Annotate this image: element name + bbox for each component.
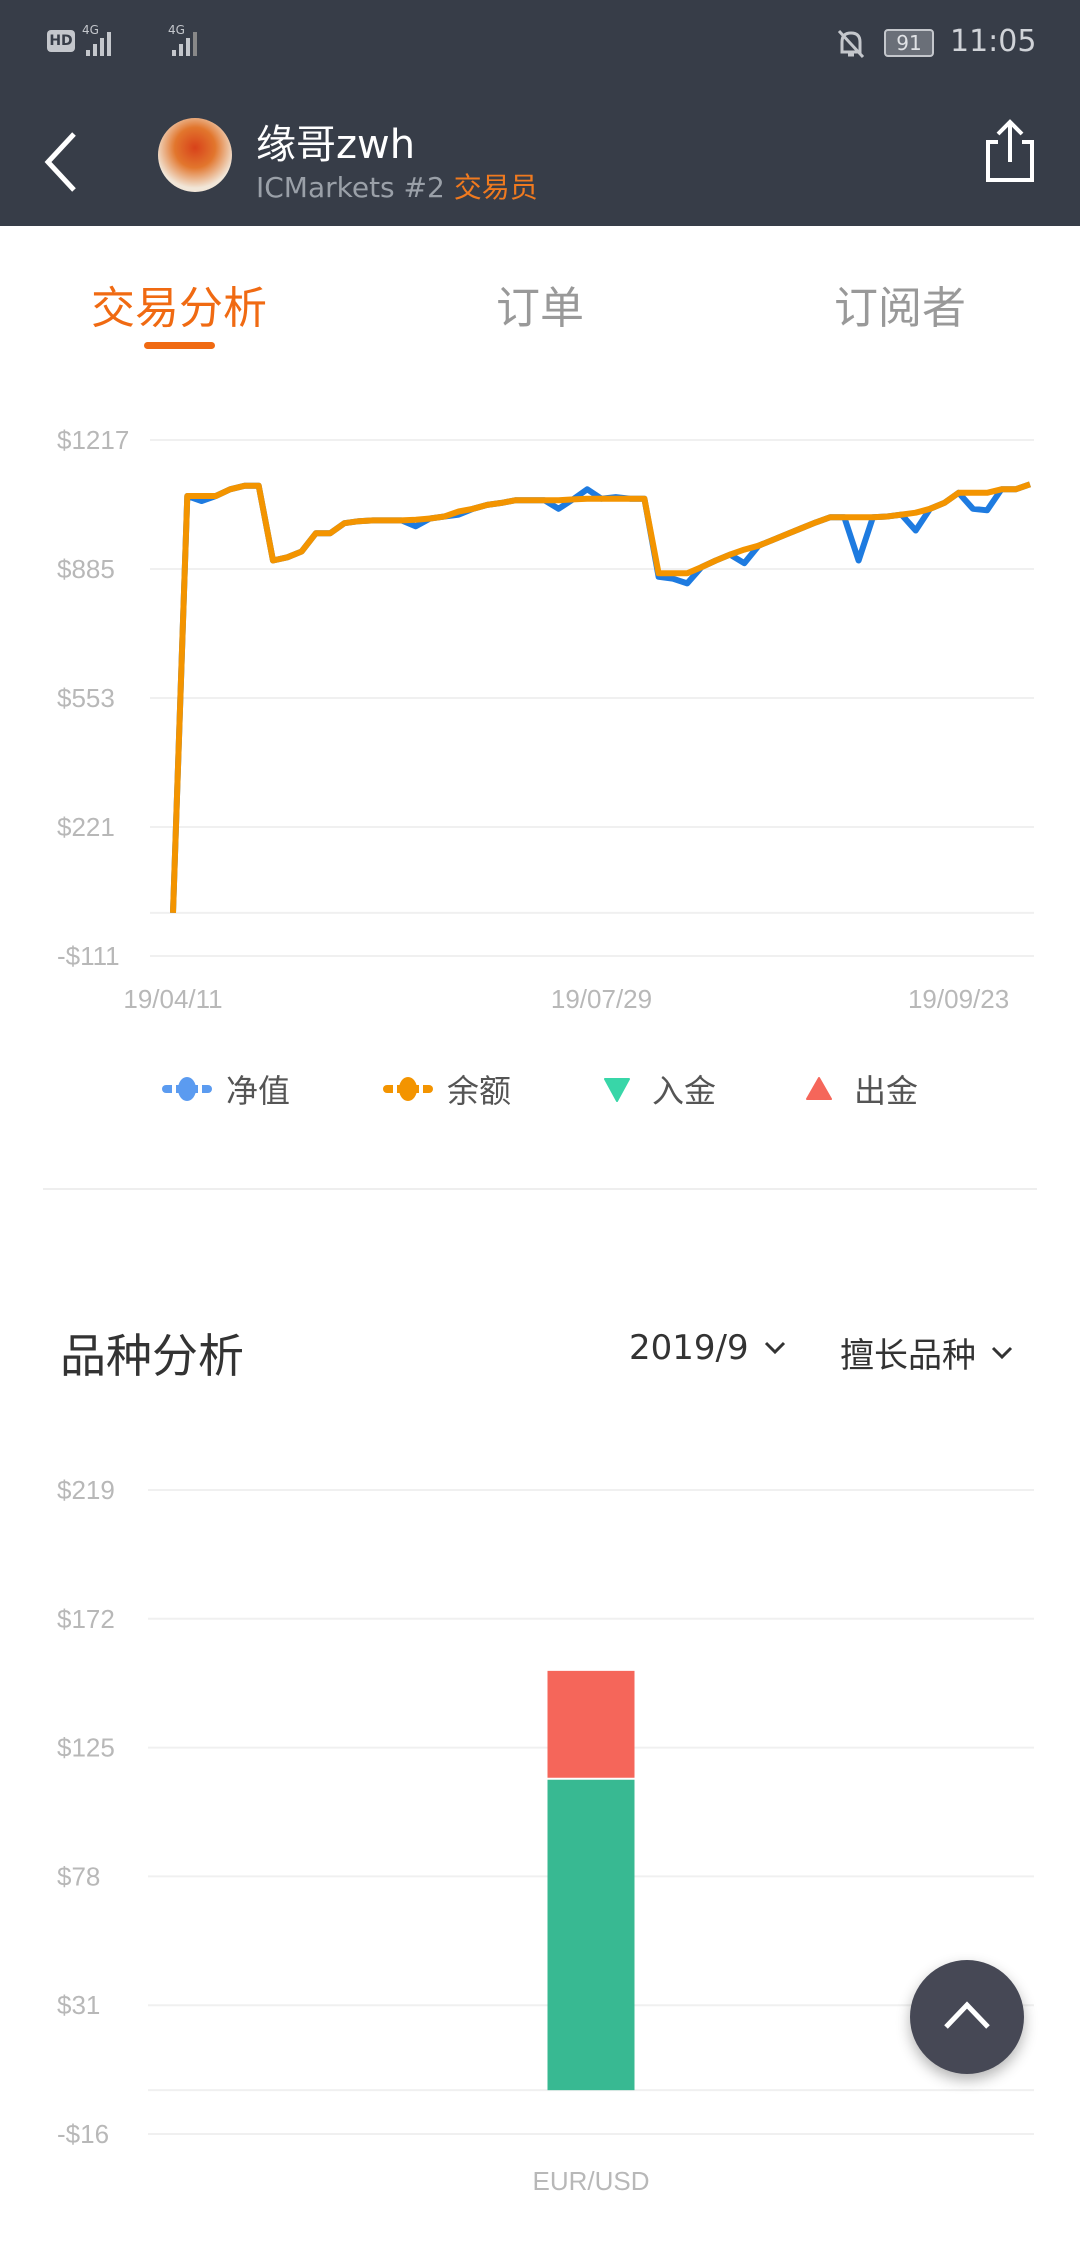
x-category-label: EUR/USD [532, 2166, 649, 2196]
share-icon[interactable] [984, 118, 1036, 184]
chevron-down-icon [764, 1341, 785, 1355]
y-tick-label: $553 [57, 683, 115, 713]
legend-label: 净值 [226, 1072, 291, 1110]
month-dropdown[interactable]: 2019/9 [629, 1328, 787, 1368]
y-tick-label: $31 [57, 1990, 100, 2020]
chevron-down-icon [991, 1346, 1013, 1359]
signal-4g-icon: 4G 4G [82, 23, 197, 56]
section-title: 品种分析 [60, 1329, 244, 1383]
legend-label: 入金 [652, 1072, 717, 1110]
y-tick-label: $221 [57, 812, 115, 842]
battery-icon: 91 [884, 29, 934, 57]
chevron-up-icon [944, 2001, 990, 2029]
bar-segment-profit [547, 1779, 635, 2091]
active-tab-indicator [144, 342, 215, 349]
symbol-bar-chart: $219 $172 $125 $78 $31 -$16 EUR/USD [57, 1475, 1034, 2196]
role-badge: 交易员 [453, 171, 538, 204]
bar-segment-loss [547, 1670, 635, 1778]
legend-deposit[interactable]: 入金 [604, 1066, 716, 1112]
trader-subtitle: ICMarkets #2 交易员 [256, 166, 538, 206]
tab-subscribers[interactable]: 订阅者 [834, 272, 966, 336]
y-tick-label: -$16 [57, 2119, 109, 2149]
scroll-to-top-button[interactable] [910, 1960, 1024, 2074]
bell-muted-icon [837, 29, 865, 59]
symbol-filter-dropdown[interactable]: 擅长品种 [840, 1328, 1014, 1377]
y-tick-label: $125 [57, 1733, 115, 1763]
avatar[interactable] [158, 118, 232, 192]
legend-label: 出金 [854, 1072, 919, 1110]
legend-withdrawal[interactable]: 出金 [806, 1066, 918, 1112]
tab-orders[interactable]: 订单 [496, 272, 584, 336]
y-tick-label: -$111 [57, 941, 120, 971]
triangle-up-icon [806, 1077, 832, 1100]
y-tick-label: $78 [57, 1861, 100, 1891]
clock: 11:05 [950, 24, 1037, 59]
legend-balance[interactable]: 余额 [381, 1066, 511, 1112]
svg-text:4G: 4G [82, 23, 99, 37]
legend-label: 余额 [447, 1072, 512, 1110]
y-tick-label: $172 [57, 1604, 115, 1634]
x-tick-label: 19/07/29 [551, 984, 652, 1014]
filter-value: 擅长品种 [840, 1336, 976, 1376]
line-dot-icon [383, 1077, 433, 1101]
legend-equity[interactable]: 净值 [160, 1066, 290, 1112]
equity-balance-chart: $1217 $885 $553 $221 -$11119/04/11 19/07/29 19… [57, 425, 1034, 1014]
hd-icon: HD [47, 30, 75, 52]
y-tick-label: $1217 [57, 425, 129, 455]
month-value: 2019/9 [629, 1328, 749, 1368]
trader-name: 缘哥zwh [256, 122, 416, 168]
x-tick-label: 19/04/11 [123, 984, 222, 1014]
tab-trade-analysis[interactable]: 交易分析 [91, 272, 267, 336]
back-icon[interactable] [40, 130, 80, 194]
triangle-down-icon [604, 1078, 630, 1102]
battery-level: 91 [896, 31, 922, 55]
line-dot-icon [162, 1077, 212, 1101]
broker-account: ICMarkets #2 [256, 171, 445, 204]
x-tick-label: 19/09/23 [908, 984, 1009, 1014]
section-divider [43, 1188, 1037, 1190]
y-tick-label: $885 [57, 554, 115, 584]
y-tick-label: $219 [57, 1475, 115, 1505]
app-header: HD 4G 4G 91 11:05 缘哥zwh ICMarkets #2 交易员 [0, 0, 1080, 226]
svg-text:4G: 4G [168, 23, 185, 37]
